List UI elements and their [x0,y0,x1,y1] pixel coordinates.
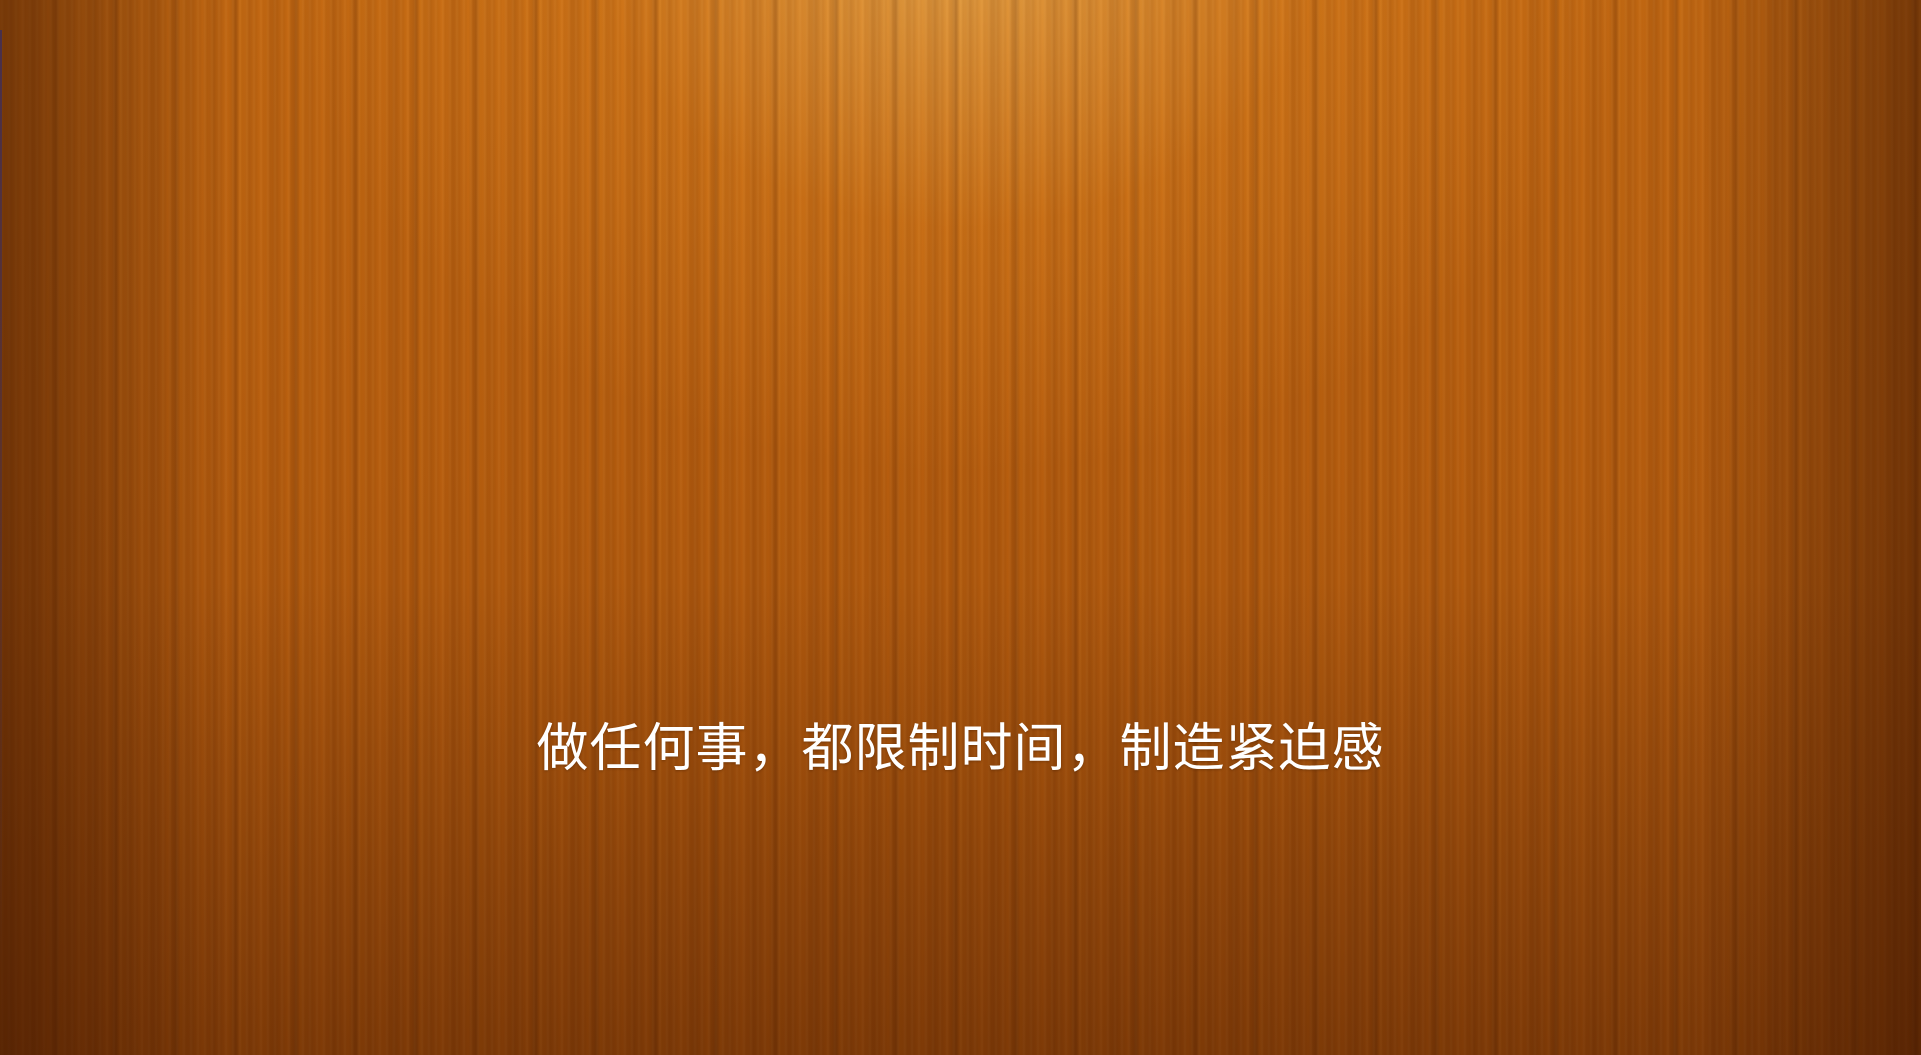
left-edge-mark [0,30,2,970]
slide-caption: 做任何事，都限制时间，制造紧迫感 [536,719,1385,779]
edge-vignette [0,0,1921,1055]
slide-canvas: 做任何事，都限制时间，制造紧迫感 [0,0,1921,1055]
